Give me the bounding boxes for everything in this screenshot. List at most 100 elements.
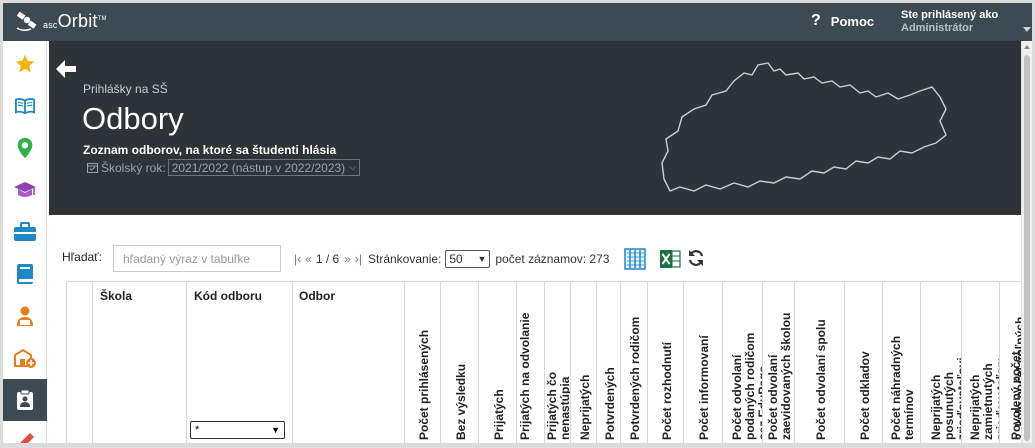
help-button[interactable]: ? Pomoc [811, 12, 874, 30]
brand-name: ascOrbitTM [43, 10, 107, 31]
sidebar [3, 41, 47, 443]
column-header-field[interactable]: Odbor [292, 281, 404, 443]
column-header-label: Počet informovaní [697, 335, 711, 440]
arrow-left-icon [56, 60, 76, 78]
column-header-rotated[interactable]: Neprijatých posunutých zriaďovateľovi [920, 281, 969, 443]
school-add-icon [14, 348, 36, 368]
sidebar-item-applications[interactable] [3, 379, 47, 421]
records-count: počet záznamov: 273 [495, 252, 610, 266]
prev-page-button[interactable]: « [305, 252, 312, 266]
user-role: Administrátor [901, 22, 974, 34]
column-header-rotated[interactable]: Počet odvolaní spolu [794, 281, 844, 443]
column-header-label: Počet náhradných termínov [889, 335, 916, 440]
scrollbar-thumb[interactable] [1024, 55, 1030, 441]
school-year-row: Školský rok: 2021/2022 (nástup v 2022/20… [87, 159, 360, 176]
column-header-field-code[interactable]: Kód odboru [186, 281, 292, 443]
school-year-label: Školský rok: [101, 160, 166, 175]
vertical-scrollbar[interactable] [1021, 41, 1032, 443]
column-header-label: Škola [100, 289, 133, 303]
column-header-rotated[interactable]: Počet odvolaní podaných rodičom cez EduP… [722, 281, 770, 443]
column-header-rotated[interactable]: Počet náhradných termínov [882, 281, 920, 443]
help-label: Pomoc [830, 13, 875, 29]
last-page-button[interactable]: ›| [355, 252, 362, 266]
column-header-rotated[interactable]: Prijatých čo nenastúpia [544, 281, 572, 443]
columns-icon[interactable] [624, 248, 646, 270]
refresh-icon[interactable] [687, 249, 705, 267]
chevron-down-icon: ▼ [477, 254, 487, 264]
sidebar-item-graduation[interactable] [3, 169, 47, 211]
filter-value: * [195, 424, 200, 436]
column-header-label: Prijatých čo nenastúpia [545, 371, 572, 440]
column-header-rotated[interactable]: Počet rozhodnutí [647, 281, 683, 443]
asc-orbit-logo[interactable]: ascOrbitTM [15, 9, 107, 33]
page-size-select[interactable]: 50 ▼ [445, 250, 491, 268]
chevron-down-icon: ▼ [271, 425, 280, 435]
page-header: Prihlášky na SŠ Odbory Zoznam odborov, n… [49, 41, 1021, 215]
row-select-header [66, 281, 92, 443]
breadcrumb[interactable]: Prihlášky na SŠ [83, 82, 168, 96]
sidebar-item-favorites[interactable] [3, 43, 47, 85]
search-label: Hľadať: [62, 250, 103, 264]
sidebar-item-study[interactable] [3, 85, 47, 127]
page-subtitle: Zoznam odborov, na ktoré sa študenti hlá… [83, 143, 337, 157]
excel-export-icon[interactable] [659, 249, 681, 269]
column-header-label: Neprijatých [578, 374, 592, 440]
column-header-label: Prijatých na odvolanie [518, 312, 532, 440]
page-size-value: 50 [449, 252, 463, 266]
field-code-filter-select[interactable]: * ▼ [190, 421, 285, 439]
satellite-icon [16, 11, 37, 32]
calendar-icon [87, 163, 98, 173]
sidebar-item-schools[interactable] [3, 337, 47, 379]
sidebar-item-edit[interactable] [3, 421, 47, 443]
column-header-label: Počet odvolaní spolu [814, 319, 828, 440]
column-header-rotated[interactable]: Bez výsledku [440, 281, 478, 443]
column-header-label: Počet odvolaní zaevidovaných školou [766, 312, 793, 440]
column-header-label: Kód odboru [194, 289, 262, 303]
user-line1: Ste prihlásený ako [901, 9, 999, 21]
graduation-cap-icon [14, 182, 36, 197]
sidebar-item-students[interactable] [3, 295, 47, 337]
pencil-icon [20, 433, 34, 443]
column-header-rotated[interactable]: Počet odkladov [844, 281, 882, 443]
column-header-label: Odbor [299, 289, 335, 303]
column-header-rotated[interactable]: Prijatých na odvolanie [516, 281, 544, 443]
column-header-rotated[interactable]: Počet odvolaní zaevidovaných školou [762, 281, 794, 443]
student-icon [17, 306, 33, 326]
column-header-rotated[interactable]: Počet informovaní [683, 281, 722, 443]
briefcase-icon [14, 222, 36, 241]
next-page-button[interactable]: » [344, 252, 351, 266]
chevron-down-icon: ⌵ [349, 162, 356, 172]
sidebar-item-location[interactable] [3, 127, 47, 169]
open-book-icon [14, 98, 35, 115]
column-header-rotated[interactable]: Prijatých [478, 281, 516, 443]
column-header-label: Prijatých [492, 389, 506, 440]
column-header-rotated[interactable]: Počet prihlásených [404, 281, 440, 443]
column-header-label: Počet odkladov [858, 351, 872, 440]
question-icon: ? [811, 12, 821, 29]
column-header-rotated[interactable]: Potvrdených rodičom [620, 281, 647, 443]
column-header-label: Potvrdených [603, 367, 617, 440]
column-header-rotated[interactable]: Neprijatých [570, 281, 596, 443]
star-icon [15, 54, 35, 73]
scroll-up-icon[interactable] [1024, 45, 1030, 49]
page-title: Odbory [82, 101, 184, 136]
location-pin-icon [17, 137, 33, 159]
school-year-value: 2021/2022 (nástup v 2022/2023) [171, 160, 346, 175]
column-header-rotated[interactable]: Potvrdených [596, 281, 620, 443]
column-header-school[interactable]: Škola [92, 281, 186, 443]
column-header-label: Počet rozhodnutí [660, 342, 674, 440]
search-input[interactable] [113, 245, 281, 272]
school-year-select[interactable]: 2021/2022 (nástup v 2022/2023) ⌵ [167, 159, 360, 176]
app-window: ascOrbitTM ? Pomoc Ste prihlásený ako Ad… [3, 3, 1032, 443]
sidebar-item-book[interactable] [3, 253, 47, 295]
top-bar: ascOrbitTM ? Pomoc Ste prihlásený ako Ad… [3, 3, 1032, 41]
column-header-label: Bez výsledku [454, 363, 468, 440]
sidebar-item-career[interactable] [3, 211, 47, 253]
column-header-rotated[interactable]: Neprijatých zamietnutých zriaďovateľom [961, 281, 1008, 443]
caret-down-icon[interactable] [1023, 27, 1031, 32]
first-page-button[interactable]: |‹ [294, 252, 301, 266]
paging-label: Stránkovanie: [367, 252, 442, 266]
user-menu[interactable]: Ste prihlásený ako Administrátor [901, 9, 998, 35]
table-toolbar: Hľadať: |‹ « 1 / 6 » ›| Stránkovanie: 50… [49, 215, 1021, 281]
back-button[interactable] [55, 59, 77, 84]
